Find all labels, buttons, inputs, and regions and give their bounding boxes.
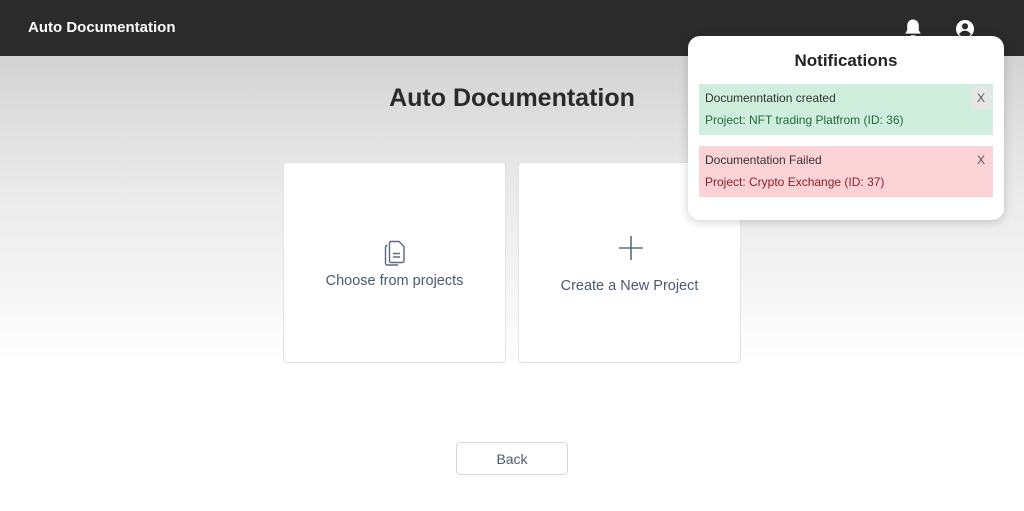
notification-detail: Project: NFT trading Platfrom (ID: 36) <box>705 113 904 127</box>
notification-close-button[interactable]: X <box>971 87 991 109</box>
app-title[interactable]: Auto Documentation <box>28 19 176 36</box>
notifications-panel: Notifications Documenntation created Pro… <box>688 36 1004 220</box>
notification-heading: Documenntation created <box>705 91 836 105</box>
notification-error: Documentation Failed Project: Crypto Exc… <box>699 146 993 197</box>
create-new-project-label: Create a New Project <box>560 278 699 294</box>
notification-success: Documenntation created Project: NFT trad… <box>699 84 993 135</box>
plus-icon <box>619 236 643 260</box>
back-button[interactable]: Back <box>456 442 568 475</box>
choose-from-projects-label: Choose from projects <box>325 273 464 289</box>
notification-heading: Documentation Failed <box>705 153 822 167</box>
notification-close-button[interactable]: X <box>971 149 991 171</box>
documents-icon <box>384 240 405 266</box>
notifications-title: Notifications <box>794 51 898 70</box>
notification-detail: Project: Crypto Exchange (ID: 37) <box>705 175 885 189</box>
choose-from-projects-card[interactable]: Choose from projects <box>283 162 506 363</box>
